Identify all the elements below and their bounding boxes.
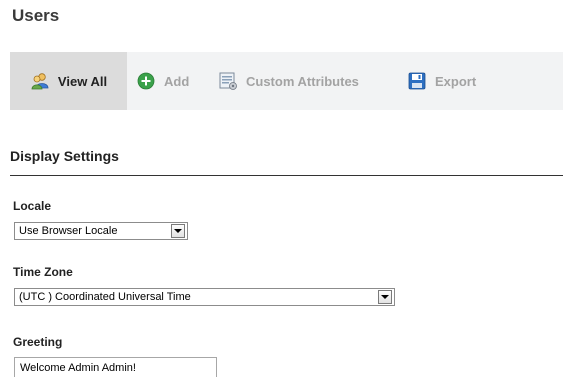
display-settings-heading: Display Settings xyxy=(10,148,119,164)
time-zone-label: Time Zone xyxy=(13,265,73,279)
save-icon xyxy=(407,71,427,91)
greeting-input[interactable] xyxy=(14,357,217,377)
users-icon xyxy=(30,71,50,91)
view-all-label: View All xyxy=(57,73,108,89)
plus-circle-icon xyxy=(136,71,156,91)
custom-attributes-button[interactable]: Custom Attributes xyxy=(218,52,359,110)
export-button[interactable]: Export xyxy=(407,52,476,110)
attributes-icon xyxy=(218,71,238,91)
add-label: Add xyxy=(164,73,190,89)
time-zone-value: (UTC ) Coordinated Universal Time xyxy=(19,291,191,303)
page-title: Users xyxy=(12,6,60,25)
locale-select[interactable]: Use Browser Locale xyxy=(14,222,188,240)
greeting-label: Greeting xyxy=(13,335,63,349)
time-zone-select[interactable]: (UTC ) Coordinated Universal Time xyxy=(14,288,395,306)
add-button[interactable]: Add xyxy=(136,52,189,110)
locale-label: Locale xyxy=(13,199,52,213)
locale-value: Use Browser Locale xyxy=(19,225,118,237)
toolbar: View All Add Custom Attributes Export xyxy=(10,52,563,110)
chevron-down-icon[interactable] xyxy=(171,224,185,238)
custom-attributes-label: Custom Attributes xyxy=(246,73,359,89)
chevron-down-icon[interactable] xyxy=(378,290,392,304)
view-all-button[interactable]: View All xyxy=(10,52,127,110)
section-divider xyxy=(10,175,563,176)
export-label: Export xyxy=(435,73,477,89)
